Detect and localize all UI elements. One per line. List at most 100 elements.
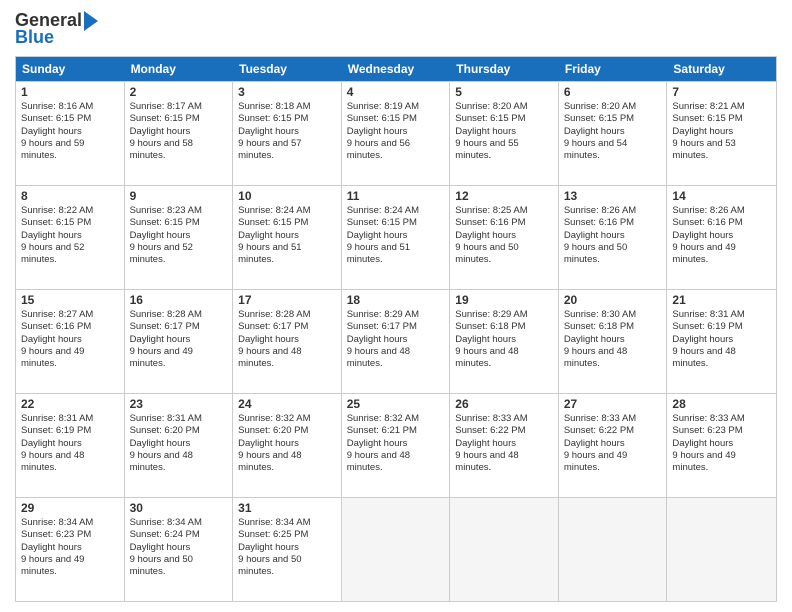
daylight-value: 9 hours and 48 minutes. bbox=[238, 346, 336, 371]
sunset-text: Sunset: 6:18 PM bbox=[564, 321, 662, 333]
daylight-value: 9 hours and 48 minutes. bbox=[564, 346, 662, 371]
day-number: 13 bbox=[564, 189, 662, 203]
daylight-value: 9 hours and 49 minutes. bbox=[564, 450, 662, 475]
sunset-text: Sunset: 6:19 PM bbox=[672, 321, 771, 333]
calendar-cell: 15Sunrise: 8:27 AMSunset: 6:16 PMDayligh… bbox=[16, 290, 125, 393]
calendar-cell: 7Sunrise: 8:21 AMSunset: 6:15 PMDaylight… bbox=[667, 82, 776, 185]
sunrise-text: Sunrise: 8:26 AM bbox=[672, 205, 771, 217]
calendar-cell: 9Sunrise: 8:23 AMSunset: 6:15 PMDaylight… bbox=[125, 186, 234, 289]
sunrise-text: Sunrise: 8:24 AM bbox=[238, 205, 336, 217]
daylight-label: Daylight hours bbox=[238, 230, 336, 242]
daylight-label: Daylight hours bbox=[130, 230, 228, 242]
day-number: 3 bbox=[238, 85, 336, 99]
calendar-cell: 16Sunrise: 8:28 AMSunset: 6:17 PMDayligh… bbox=[125, 290, 234, 393]
day-number: 1 bbox=[21, 85, 119, 99]
sunrise-text: Sunrise: 8:22 AM bbox=[21, 205, 119, 217]
day-number: 22 bbox=[21, 397, 119, 411]
day-number: 23 bbox=[130, 397, 228, 411]
calendar-cell: 2Sunrise: 8:17 AMSunset: 6:15 PMDaylight… bbox=[125, 82, 234, 185]
calendar-cell: 27Sunrise: 8:33 AMSunset: 6:22 PMDayligh… bbox=[559, 394, 668, 497]
day-number: 4 bbox=[347, 85, 445, 99]
calendar-cell: 26 Sunrise: 8:33 AMSunset: 6:22 PMDayligh… bbox=[450, 394, 559, 497]
day-number: 17 bbox=[238, 293, 336, 307]
daylight-value: 9 hours and 49 minutes. bbox=[21, 346, 119, 371]
day-number: 7 bbox=[672, 85, 771, 99]
daylight-value: 9 hours and 50 minutes. bbox=[564, 242, 662, 267]
sunrise-text: Sunrise: 8:33 AM bbox=[564, 413, 662, 425]
day-number: 24 bbox=[238, 397, 336, 411]
daylight-label: Daylight hours bbox=[672, 334, 771, 346]
calendar-week: 29Sunrise: 8:34 AMSunset: 6:23 PMDayligh… bbox=[16, 497, 776, 601]
sunset-text: Sunset: 6:18 PM bbox=[455, 321, 553, 333]
sunset-text: Sunset: 6:21 PM bbox=[347, 425, 445, 437]
daylight-value: 9 hours and 48 minutes. bbox=[455, 346, 553, 371]
sunrise-text: Sunrise: 8:20 AM bbox=[564, 101, 662, 113]
day-number: 25 bbox=[347, 397, 445, 411]
calendar-week: 15Sunrise: 8:27 AMSunset: 6:16 PMDayligh… bbox=[16, 289, 776, 393]
day-number: 12 bbox=[455, 189, 553, 203]
daylight-label: Daylight hours bbox=[347, 230, 445, 242]
sunset-text: Sunset: 6:17 PM bbox=[130, 321, 228, 333]
logo-blue: Blue bbox=[15, 27, 54, 48]
calendar-cell: 24Sunrise: 8:32 AMSunset: 6:20 PMDayligh… bbox=[233, 394, 342, 497]
calendar-cell: 12Sunrise: 8:25 AMSunset: 6:16 PMDayligh… bbox=[450, 186, 559, 289]
daylight-value: 9 hours and 54 minutes. bbox=[564, 138, 662, 163]
sunset-text: Sunset: 6:20 PM bbox=[238, 425, 336, 437]
daylight-value: 9 hours and 49 minutes. bbox=[130, 346, 228, 371]
daylight-value: 9 hours and 48 minutes. bbox=[347, 346, 445, 371]
page: General Blue SundayMondayTuesdayWednesda… bbox=[0, 0, 792, 612]
sunset-text: Sunset: 6:15 PM bbox=[347, 113, 445, 125]
daylight-value: 9 hours and 50 minutes. bbox=[455, 242, 553, 267]
day-number: 6 bbox=[564, 85, 662, 99]
daylight-label: Daylight hours bbox=[455, 438, 553, 450]
calendar-body: 1Sunrise: 8:16 AMSunset: 6:15 PMDaylight… bbox=[16, 81, 776, 601]
calendar-cell: 3Sunrise: 8:18 AMSunset: 6:15 PMDaylight… bbox=[233, 82, 342, 185]
sunrise-text: Sunrise: 8:24 AM bbox=[347, 205, 445, 217]
daylight-value: 9 hours and 50 minutes. bbox=[238, 554, 336, 579]
day-number: 15 bbox=[21, 293, 119, 307]
calendar-cell: 17Sunrise: 8:28 AMSunset: 6:17 PMDayligh… bbox=[233, 290, 342, 393]
sunset-text: Sunset: 6:15 PM bbox=[672, 113, 771, 125]
sunset-text: Sunset: 6:22 PM bbox=[455, 425, 553, 437]
header-day: Monday bbox=[125, 57, 234, 81]
daylight-label: Daylight hours bbox=[347, 126, 445, 138]
calendar-cell: 31Sunrise: 8:34 AMSunset: 6:25 PMDayligh… bbox=[233, 498, 342, 601]
daylight-value: 9 hours and 53 minutes. bbox=[672, 138, 771, 163]
day-number: 29 bbox=[21, 501, 119, 515]
sunrise-text: Sunrise: 8:33 AM bbox=[455, 413, 553, 425]
sunrise-text: Sunrise: 8:31 AM bbox=[672, 309, 771, 321]
day-number: 5 bbox=[455, 85, 553, 99]
daylight-value: 9 hours and 48 minutes. bbox=[347, 450, 445, 475]
sunset-text: Sunset: 6:15 PM bbox=[455, 113, 553, 125]
calendar-cell: 6 Sunrise: 8:20 AMSunset: 6:15 PMDaylight… bbox=[559, 82, 668, 185]
daylight-label: Daylight hours bbox=[238, 126, 336, 138]
daylight-label: Daylight hours bbox=[347, 438, 445, 450]
calendar-cell: 19Sunrise: 8:29 AMSunset: 6:18 PMDayligh… bbox=[450, 290, 559, 393]
sunset-text: Sunset: 6:15 PM bbox=[130, 113, 228, 125]
header-day: Saturday bbox=[667, 57, 776, 81]
daylight-label: Daylight hours bbox=[564, 230, 662, 242]
day-number: 26 bbox=[455, 397, 553, 411]
calendar-week: 8Sunrise: 8:22 AMSunset: 6:15 PMDaylight… bbox=[16, 185, 776, 289]
sunset-text: Sunset: 6:15 PM bbox=[21, 113, 119, 125]
sunset-text: Sunset: 6:24 PM bbox=[130, 529, 228, 541]
logo: General Blue bbox=[15, 10, 98, 48]
day-number: 21 bbox=[672, 293, 771, 307]
calendar-cell: 14Sunrise: 8:26 AMSunset: 6:16 PMDayligh… bbox=[667, 186, 776, 289]
sunset-text: Sunset: 6:15 PM bbox=[130, 217, 228, 229]
sunrise-text: Sunrise: 8:32 AM bbox=[238, 413, 336, 425]
daylight-label: Daylight hours bbox=[130, 438, 228, 450]
sunrise-text: Sunrise: 8:33 AM bbox=[672, 413, 771, 425]
sunset-text: Sunset: 6:15 PM bbox=[238, 113, 336, 125]
daylight-value: 9 hours and 56 minutes. bbox=[347, 138, 445, 163]
calendar-cell bbox=[342, 498, 451, 601]
calendar-cell: 13Sunrise: 8:26 AMSunset: 6:16 PMDayligh… bbox=[559, 186, 668, 289]
sunrise-text: Sunrise: 8:23 AM bbox=[130, 205, 228, 217]
day-number: 31 bbox=[238, 501, 336, 515]
daylight-label: Daylight hours bbox=[564, 334, 662, 346]
calendar-cell: 30Sunrise: 8:34 AMSunset: 6:24 PMDayligh… bbox=[125, 498, 234, 601]
sunset-text: Sunset: 6:15 PM bbox=[564, 113, 662, 125]
sunset-text: Sunset: 6:17 PM bbox=[238, 321, 336, 333]
sunrise-text: Sunrise: 8:28 AM bbox=[130, 309, 228, 321]
daylight-label: Daylight hours bbox=[564, 126, 662, 138]
